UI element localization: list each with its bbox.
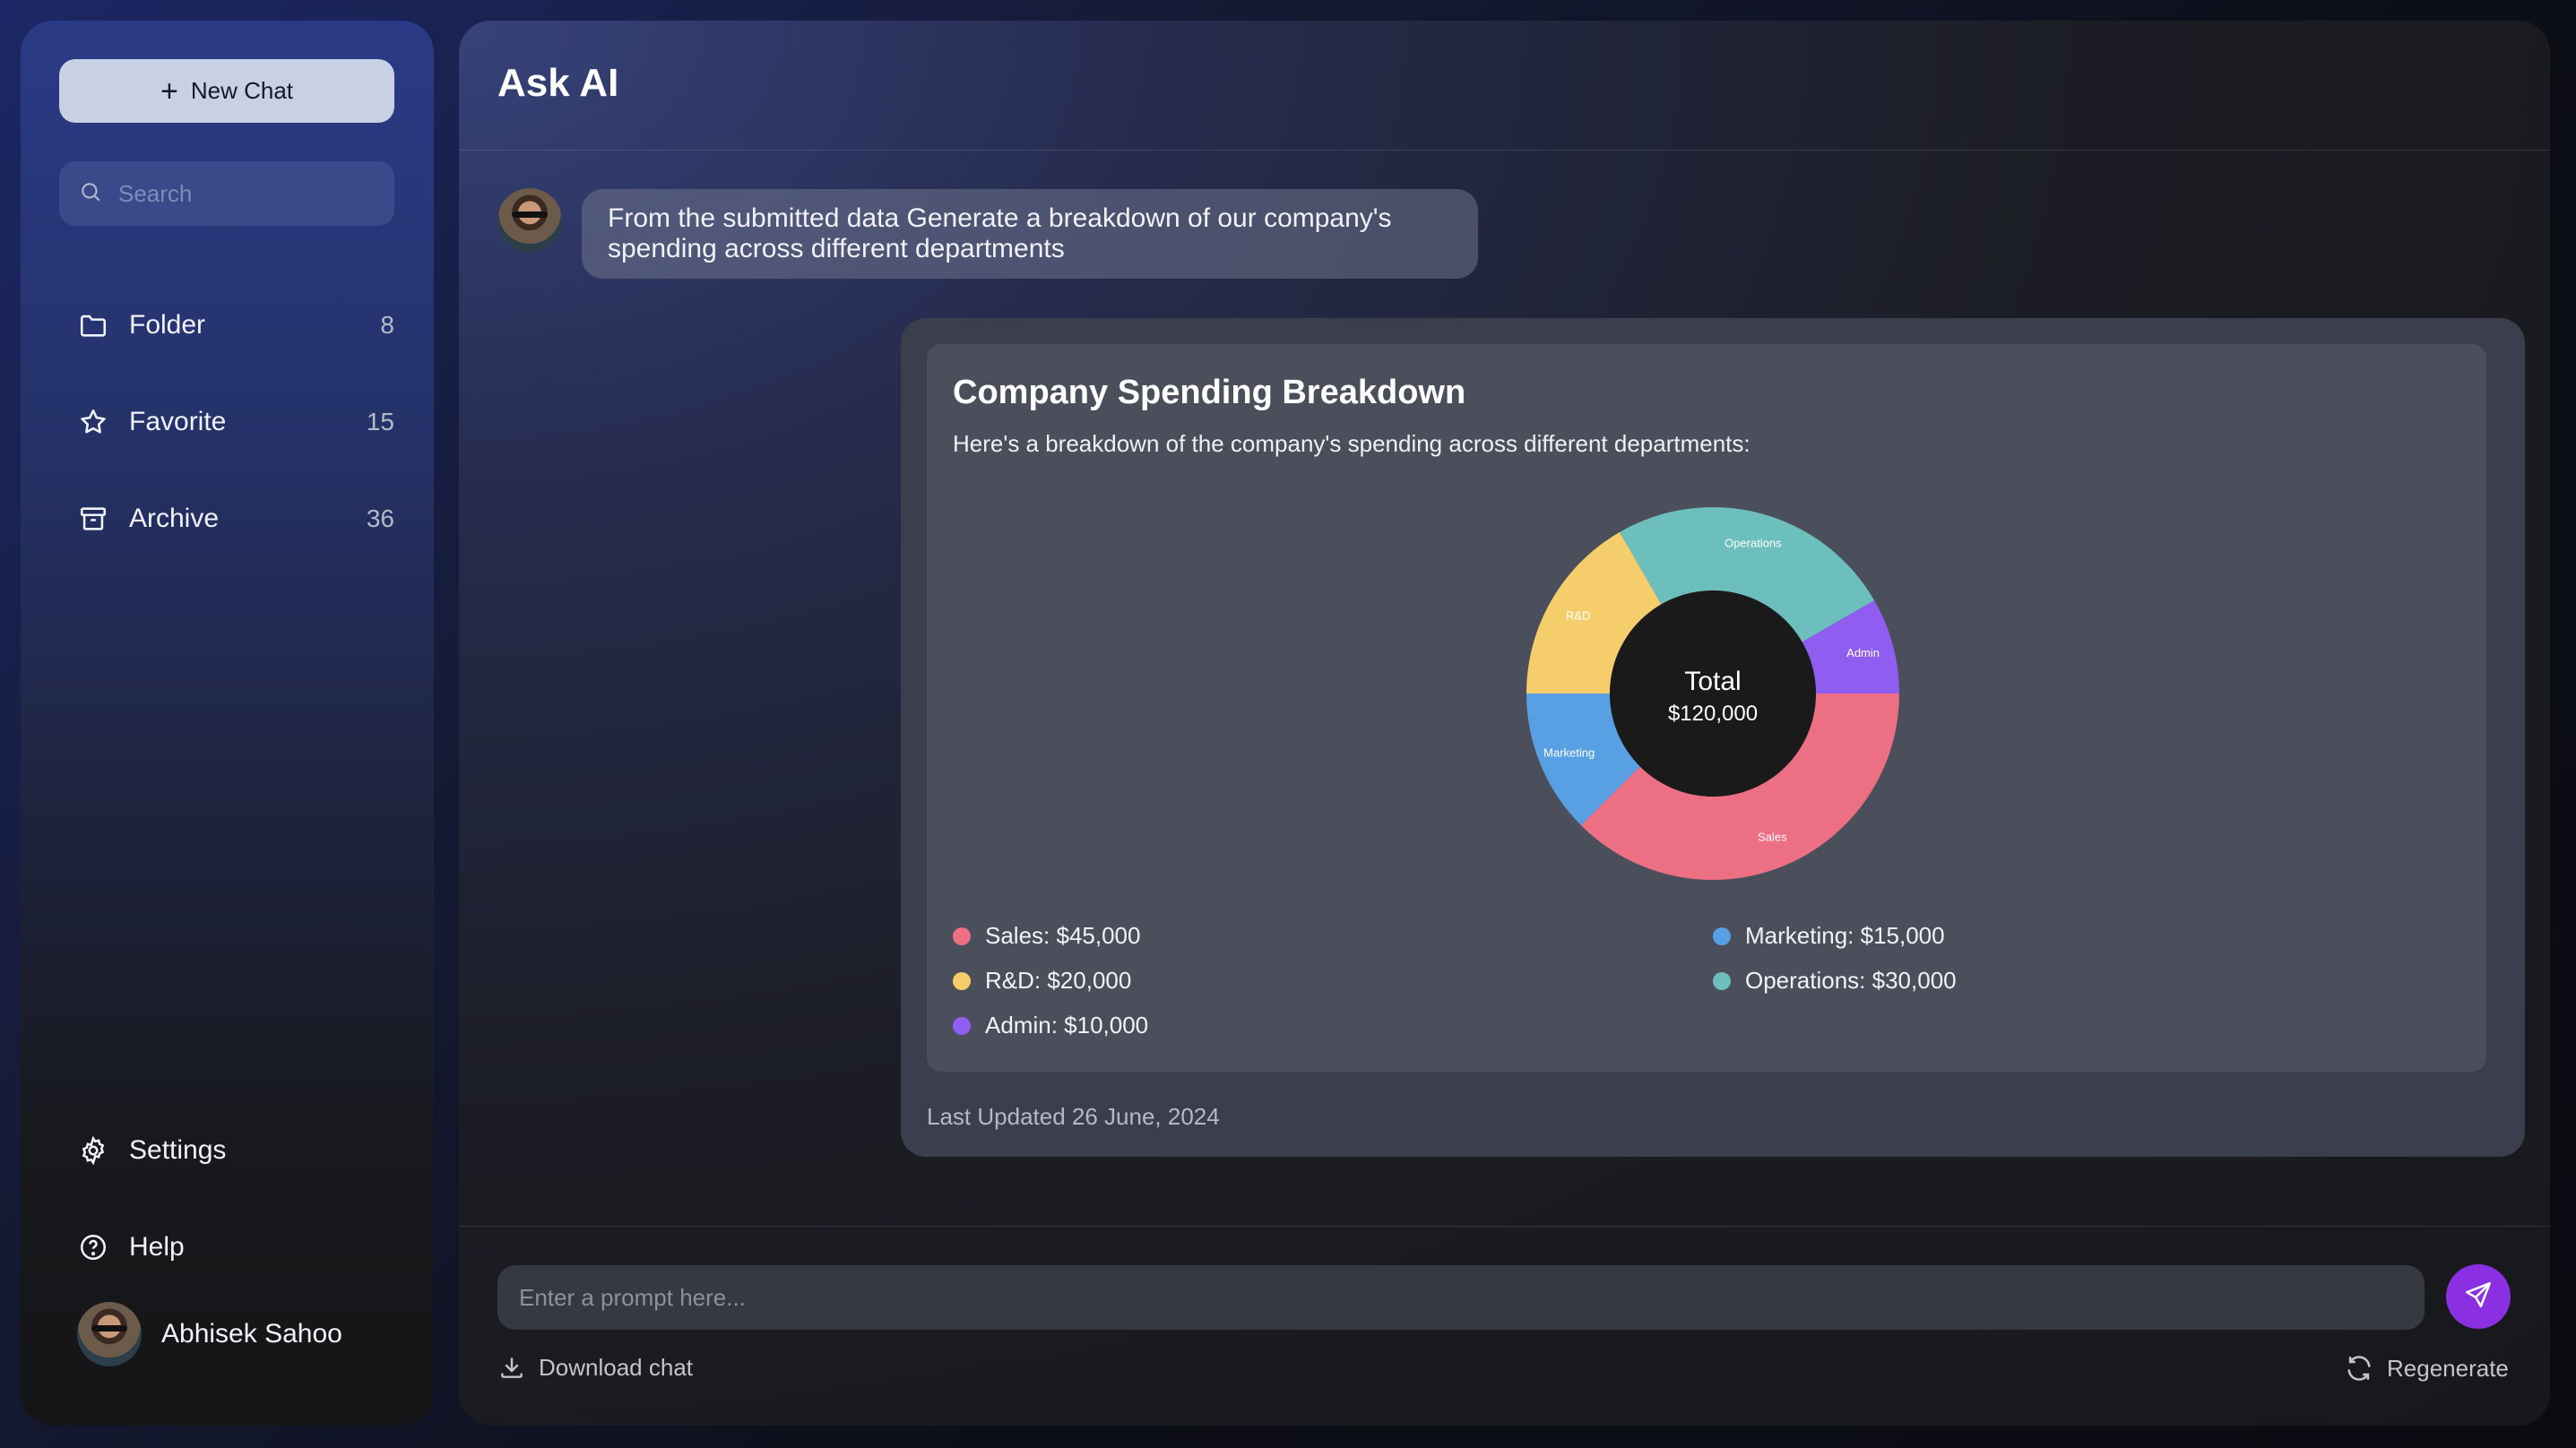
legend-label: Admin: $10,000 (985, 1012, 1149, 1039)
user-profile[interactable]: Abhisek Sahoo (77, 1302, 342, 1366)
sidebar-item-settings[interactable]: Settings (77, 1128, 396, 1173)
response-description: Here's a breakdown of the company's spen… (953, 430, 1750, 457)
user-name: Abhisek Sahoo (161, 1319, 342, 1349)
sidebar-item-label: Favorite (129, 407, 227, 436)
legend-label: Operations: $30,000 (1745, 967, 1957, 994)
sidebar: + New Chat Folder 8 Favorite 15 Archive … (21, 21, 434, 1426)
slice-label: Sales (1758, 830, 1787, 843)
center-label: Total (1684, 667, 1741, 696)
sidebar-item-label: Archive (129, 504, 220, 533)
spending-donut-chart: Sales Marketing R&D Operations Admin Total $12… (1526, 507, 1899, 880)
legend-swatch (953, 927, 971, 945)
legend-item-operations: Operations: $30,000 (1713, 967, 1957, 995)
new-chat-button[interactable]: + New Chat (59, 59, 394, 123)
legend-swatch (1713, 971, 1731, 990)
prompt-input[interactable] (517, 1282, 2425, 1313)
user-message: From the submitted data Generate a break… (582, 189, 1478, 279)
chat-panel: Ask AI From the submitted data Generate … (459, 21, 2550, 1426)
star-icon (77, 406, 109, 438)
legend-item-rnd: R&D: $20,000 (953, 967, 1131, 995)
user-message-avatar (497, 188, 562, 253)
legend-label: Marketing: $15,000 (1745, 922, 1945, 949)
download-label: Download chat (539, 1353, 693, 1381)
response-title: Company Spending Breakdown (953, 374, 1466, 411)
send-button[interactable] (2446, 1264, 2511, 1329)
legend-item-admin: Admin: $10,000 (953, 1012, 1148, 1039)
item-count: 8 (380, 311, 394, 339)
download-chat-button[interactable]: Download chat (497, 1353, 693, 1382)
sidebar-item-archive[interactable]: Archive 36 (77, 496, 396, 541)
sidebar-item-label: Help (129, 1232, 185, 1262)
slice-label: R&D (1566, 608, 1590, 622)
legend-swatch (1713, 927, 1731, 945)
regenerate-label: Regenerate (2387, 1354, 2509, 1382)
header: Ask AI (459, 21, 2550, 151)
search-box[interactable] (59, 161, 394, 226)
slice-label: Marketing (1543, 746, 1595, 759)
sidebar-item-label: Settings (129, 1135, 227, 1165)
avatar (497, 188, 562, 253)
legend-item-marketing: Marketing: $15,000 (1713, 922, 1945, 950)
item-count: 36 (366, 504, 394, 532)
help-icon (77, 1231, 109, 1263)
prompt-box[interactable] (497, 1265, 2425, 1330)
center-value: $120,000 (1668, 702, 1758, 726)
legend-swatch (953, 1016, 971, 1035)
regenerate-button[interactable]: Regenerate (2344, 1353, 2509, 1383)
search-icon (79, 180, 102, 208)
slice-label: Admin (1846, 646, 1880, 659)
refresh-icon (2347, 1356, 2371, 1381)
sidebar-item-help[interactable]: Help (77, 1225, 396, 1270)
legend-label: R&D: $20,000 (985, 967, 1132, 994)
item-count: 15 (366, 408, 394, 435)
slice-label: Operations (1725, 536, 1782, 549)
avatar (77, 1302, 142, 1366)
download-icon (501, 1358, 523, 1378)
legend-swatch (953, 971, 971, 990)
send-icon (2463, 1280, 2494, 1314)
archive-icon (77, 503, 109, 535)
chart-legend: Sales: $45,000 R&D: $20,000 Admin: $10,0… (953, 922, 2477, 1056)
folder-icon (77, 309, 109, 341)
sidebar-item-label: Folder (129, 310, 206, 340)
page-title: Ask AI (497, 61, 619, 105)
legend-label: Sales: $45,000 (985, 922, 1141, 949)
divider (459, 1226, 2550, 1227)
last-updated: Last Updated 26 June, 2024 (927, 1103, 1220, 1130)
sidebar-item-favorite[interactable]: Favorite 15 (77, 400, 396, 444)
search-input[interactable] (117, 178, 389, 209)
gear-icon (77, 1134, 109, 1167)
sidebar-item-folder[interactable]: Folder 8 (77, 303, 396, 348)
new-chat-label: New Chat (190, 77, 293, 104)
response-card: Company Spending Breakdown Here's a brea… (927, 344, 2486, 1072)
legend-item-sales: Sales: $45,000 (953, 922, 1140, 950)
ai-response: Company Spending Breakdown Here's a brea… (901, 318, 2525, 1157)
plus-icon: + (160, 73, 178, 108)
